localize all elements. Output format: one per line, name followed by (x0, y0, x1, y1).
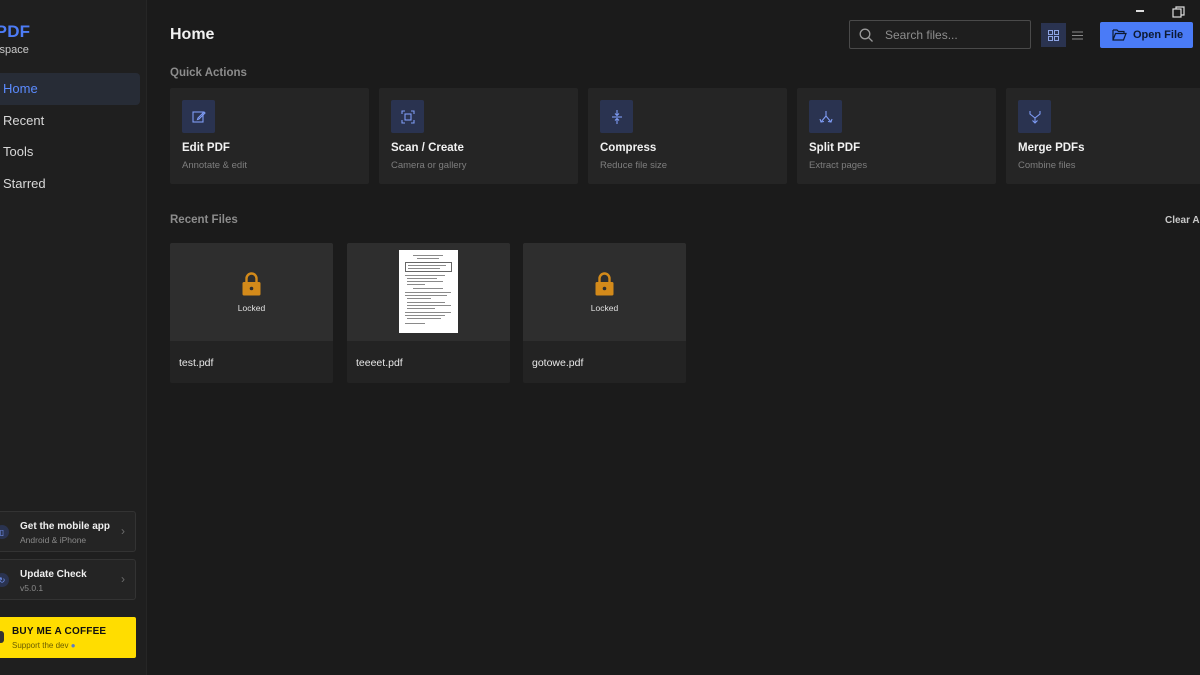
quick-action-subtitle: Combine files (1018, 160, 1076, 171)
file-name: teeeet.pdf (356, 357, 403, 369)
chevron-right-icon: › (121, 524, 125, 538)
restore-window-icon[interactable] (1172, 6, 1185, 19)
quick-action-split-pdf[interactable]: Split PDF Extract pages (797, 88, 996, 184)
mobile-app-promo[interactable]: ▯ Get the mobile app Android & iPhone › (0, 511, 136, 552)
grid-view-button[interactable] (1041, 23, 1066, 47)
quick-action-title: Compress (600, 142, 657, 154)
search-icon (859, 28, 873, 42)
quick-action-title: Edit PDF (182, 142, 230, 154)
coffee-title: BUY ME A COFFEE (12, 626, 107, 637)
quick-action-subtitle: Extract pages (809, 160, 868, 171)
refresh-icon: ↻ (0, 573, 9, 587)
buy-me-a-coffee-button[interactable]: BUY ME A COFFEE Support the dev ● (0, 617, 136, 658)
sidebar-item-label: Starred (3, 175, 46, 191)
folder-open-icon (1112, 29, 1127, 41)
sidebar-item-home[interactable]: Home (0, 73, 140, 105)
file-thumbnail: Locked (523, 243, 686, 341)
heart-icon: ● (70, 641, 76, 650)
sidebar: vPDF kspace Home Recent Tools Starred ▯ … (0, 0, 147, 675)
sidebar-item-tools[interactable]: Tools (0, 136, 140, 168)
sidebar-nav: Home Recent Tools Starred (0, 73, 140, 199)
locked-label: Locked (237, 303, 266, 313)
app-brand-subtitle: kspace (0, 44, 29, 56)
lock-icon (595, 272, 614, 296)
recent-files-heading: Recent Files (170, 214, 238, 226)
grid-icon (1047, 29, 1059, 41)
quick-action-compress[interactable]: Compress Reduce file size (588, 88, 787, 184)
sidebar-item-starred[interactable]: Starred (0, 168, 140, 200)
promo-subtitle: v5.0.1 (20, 583, 44, 593)
merge-icon (1018, 100, 1051, 133)
quick-action-merge-pdfs[interactable]: Merge PDFs Combine files (1006, 88, 1200, 184)
quick-actions-heading: Quick Actions (170, 67, 247, 79)
promo-title: Get the mobile app (20, 521, 111, 532)
scan-icon (391, 100, 424, 133)
page-title: Home (170, 26, 215, 43)
quick-action-edit-pdf[interactable]: Edit PDF Annotate & edit (170, 88, 369, 184)
quick-action-title: Merge PDFs (1018, 142, 1085, 154)
list-icon (1072, 31, 1084, 39)
file-thumbnail (347, 243, 510, 341)
coffee-icon (0, 631, 4, 643)
list-view-button[interactable] (1066, 23, 1091, 47)
file-name: gotowe.pdf (532, 357, 584, 369)
chevron-right-icon: › (121, 572, 125, 586)
lock-icon (242, 272, 261, 296)
quick-action-subtitle: Camera or gallery (391, 160, 467, 171)
document-preview (399, 250, 458, 333)
quick-action-subtitle: Reduce file size (600, 160, 668, 171)
coffee-subtitle: Support the dev ● (12, 641, 76, 650)
quick-action-title: Split PDF (809, 142, 861, 154)
file-name: test.pdf (179, 357, 214, 369)
file-card-teeeet[interactable]: teeeet.pdf (347, 243, 510, 383)
view-toggle (1041, 23, 1090, 47)
update-check-promo[interactable]: ↻ Update Check v5.0.1 › (0, 559, 136, 600)
sidebar-item-recent[interactable]: Recent (0, 105, 140, 137)
file-card-test[interactable]: Locked test.pdf (170, 243, 333, 383)
file-thumbnail: Locked (170, 243, 333, 341)
locked-label: Locked (590, 303, 619, 313)
search-box[interactable] (849, 20, 1031, 49)
sidebar-item-label: Tools (3, 144, 34, 160)
search-input[interactable] (885, 26, 1025, 44)
phone-icon: ▯ (0, 525, 9, 539)
clear-all-button[interactable]: Clear A (1165, 215, 1200, 226)
promo-title: Update Check (20, 569, 87, 580)
promo-subtitle: Android & iPhone (20, 535, 87, 545)
split-icon (809, 100, 842, 133)
sidebar-item-label: Recent (3, 112, 45, 128)
sidebar-item-label: Home (3, 81, 38, 97)
edit-icon (182, 100, 215, 133)
minimize-window-button[interactable] (1136, 10, 1144, 12)
open-file-label: Open File (1133, 29, 1184, 41)
compress-icon (600, 100, 633, 133)
quick-action-scan-create[interactable]: Scan / Create Camera or gallery (379, 88, 578, 184)
quick-action-title: Scan / Create (391, 142, 464, 154)
file-card-gotowe[interactable]: Locked gotowe.pdf (523, 243, 686, 383)
quick-action-subtitle: Annotate & edit (182, 160, 247, 171)
open-file-button[interactable]: Open File (1100, 22, 1193, 48)
app-brand: vPDF (0, 22, 31, 41)
